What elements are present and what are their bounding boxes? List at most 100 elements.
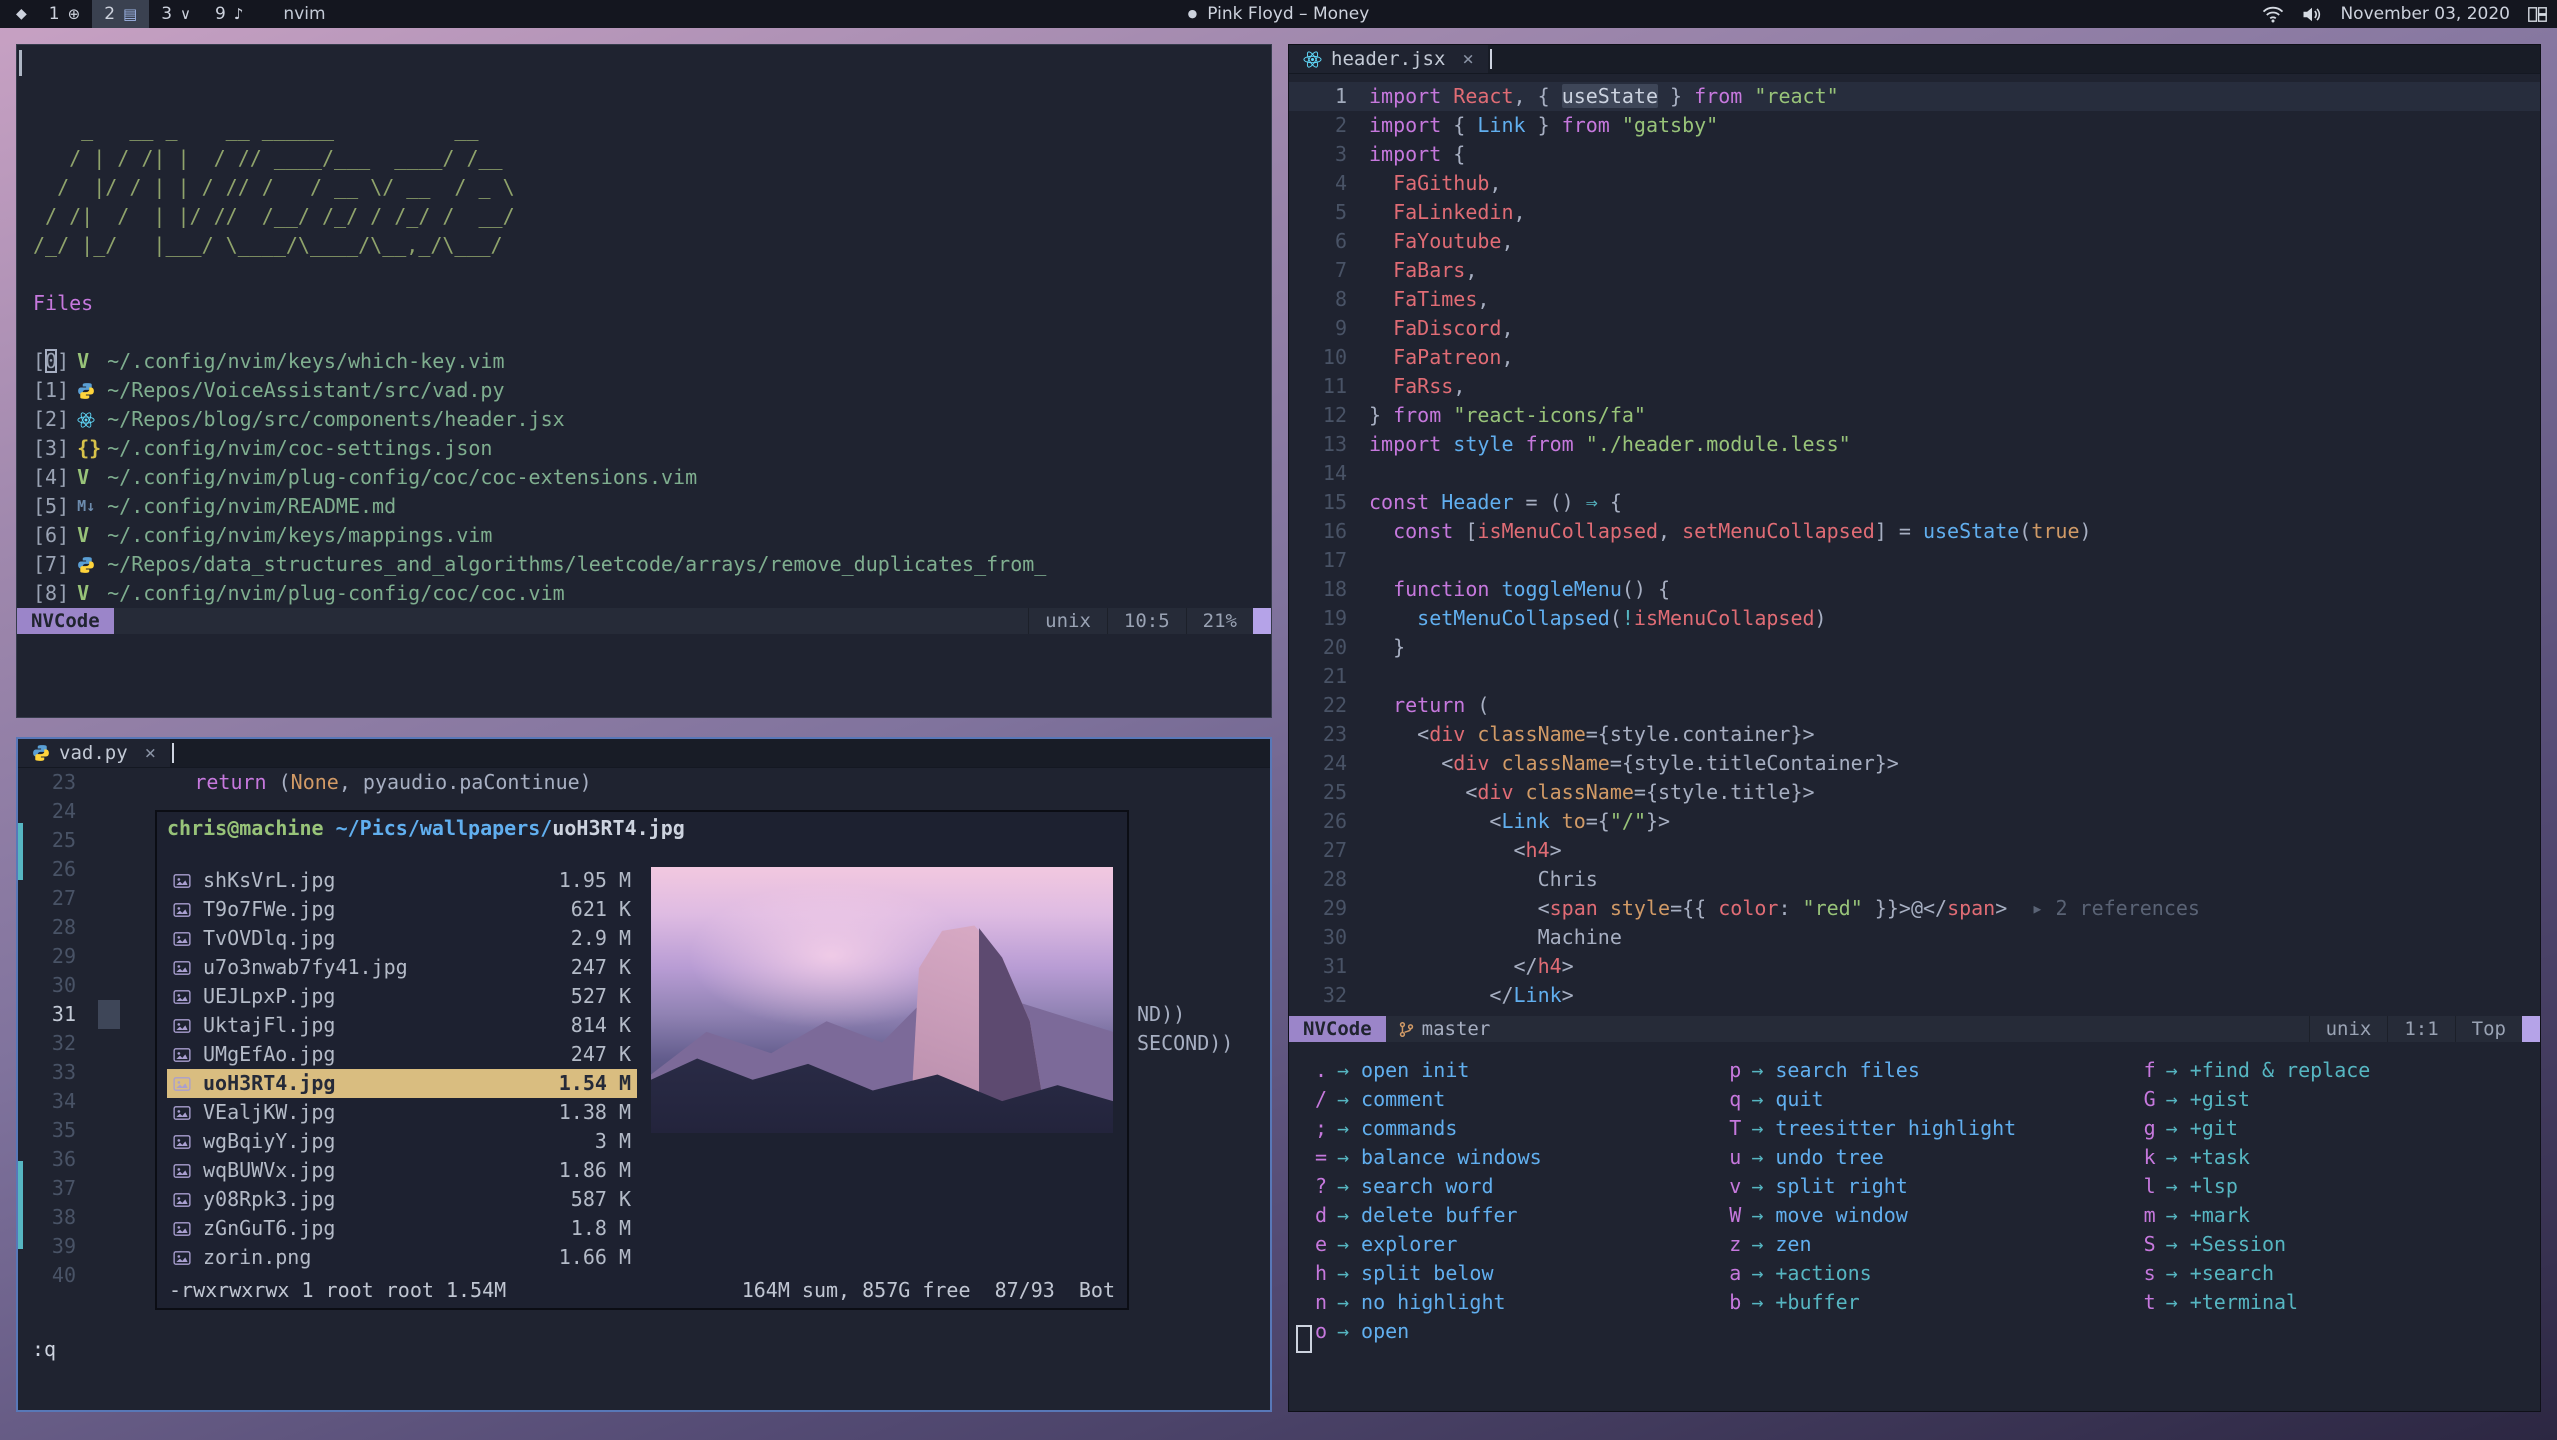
workspace-3[interactable]: 3∨	[149, 0, 203, 28]
line-number: 25	[1289, 778, 1369, 807]
which-key-binding[interactable]: l→+lsp	[2126, 1172, 2540, 1201]
code-text: import style from "./header.module.less"	[1369, 430, 1851, 459]
git-branch-icon	[1398, 1020, 1415, 1039]
code-text: FaLinkedin,	[1369, 198, 1526, 227]
start-screen[interactable]: _ __ _ __ ______ __ / | / /| | / // ____…	[17, 45, 1271, 608]
which-key-binding[interactable]: e→explorer	[1297, 1230, 1711, 1259]
file-path: ~/.config/nvim/plug-config/coc/coc-exten…	[107, 463, 697, 492]
close-icon[interactable]: ×	[145, 742, 156, 764]
recent-file-item[interactable]: [2]~/Repos/blog/src/components/header.js…	[33, 405, 1271, 434]
which-key-binding[interactable]: p→search files	[1711, 1056, 2125, 1085]
which-key-binding[interactable]: ;→commands	[1297, 1114, 1711, 1143]
which-key-binding[interactable]: q→quit	[1711, 1085, 2125, 1114]
which-key-binding[interactable]: f→+find & replace	[2126, 1056, 2540, 1085]
topbar-left: ◆ 1⊕2▤3∨9♪ nvim	[0, 0, 326, 28]
line-number: 16	[1289, 517, 1369, 546]
lf-file-row[interactable]: zorin.png1.66 M	[167, 1243, 637, 1272]
statusline-right: unix 10:5 21%	[1028, 608, 1271, 634]
workspace-1[interactable]: 1⊕	[37, 0, 92, 28]
which-key-binding[interactable]: k→+task	[2126, 1143, 2540, 1172]
binding-label: no highlight	[1361, 1288, 1506, 1317]
which-key-binding[interactable]: =→balance windows	[1297, 1143, 1711, 1172]
lf-file-row[interactable]: zGnGuT6.jpg1.8 M	[167, 1214, 637, 1243]
lf-current-file: uoH3RT4.jpg	[552, 816, 684, 840]
binding-key: v	[1711, 1172, 1741, 1201]
which-key-binding[interactable]: .→open init	[1297, 1056, 1711, 1085]
binding-key: a	[1711, 1259, 1741, 1288]
lf-file-row[interactable]: wqBUWVx.jpg1.86 M	[167, 1156, 637, 1185]
line-number: 15	[1289, 488, 1369, 517]
file-path: ~/.config/nvim/README.md	[107, 492, 396, 521]
which-key-binding[interactable]: b→+buffer	[1711, 1288, 2125, 1317]
recent-file-item[interactable]: [0]V~/.config/nvim/keys/which-key.vim	[33, 347, 1271, 376]
recent-file-item[interactable]: [1]~/Repos/VoiceAssistant/src/vad.py	[33, 376, 1271, 405]
which-key-binding[interactable]: o→open	[1297, 1317, 1711, 1346]
line-number: 21	[1289, 662, 1369, 691]
lf-file-row[interactable]: u7o3nwab7fy41.jpg247 K	[167, 953, 637, 982]
which-key-binding[interactable]: u→undo tree	[1711, 1143, 2125, 1172]
recent-file-item[interactable]: [4]V~/.config/nvim/plug-config/coc/coc-e…	[33, 463, 1271, 492]
which-key-binding[interactable]: T→treesitter highlight	[1711, 1114, 2125, 1143]
lf-file-row[interactable]: wgBqiyY.jpg3 M	[167, 1127, 637, 1156]
file-size: 1.95 M	[559, 866, 631, 895]
layout-icon[interactable]	[2528, 7, 2547, 22]
lf-file-row[interactable]: UEJLpxP.jpg527 K	[167, 982, 637, 1011]
which-key-binding[interactable]: s→+search	[2126, 1259, 2540, 1288]
binding-label: +actions	[1775, 1259, 1871, 1288]
lf-file-row-selected[interactable]: uoH3RT4.jpg1.54 M	[167, 1069, 637, 1098]
code-line: 20 }	[1289, 633, 2540, 662]
line-number: 36	[18, 1145, 98, 1174]
workspace-9[interactable]: 9♪	[203, 0, 255, 28]
which-key-binding[interactable]: g→+git	[2126, 1114, 2540, 1143]
which-key-binding[interactable]: m→+mark	[2126, 1201, 2540, 1230]
volume-icon[interactable]	[2302, 6, 2322, 23]
which-key-binding[interactable]: v→split right	[1711, 1172, 2125, 1201]
lf-file-row[interactable]: y08Rpk3.jpg587 K	[167, 1185, 637, 1214]
lf-file-row[interactable]: shKsVrL.jpg1.95 M	[167, 866, 637, 895]
recent-file-item[interactable]: [8]V~/.config/nvim/plug-config/coc/coc.v…	[33, 579, 1271, 608]
code-text: FaDiscord,	[1369, 314, 1514, 343]
sign-column-mark	[18, 823, 23, 880]
binding-label: search word	[1361, 1172, 1493, 1201]
binding-key: e	[1297, 1230, 1327, 1259]
tab-header-jsx[interactable]: header.jsx ×	[1289, 45, 1488, 73]
which-key-binding[interactable]: ?→search word	[1297, 1172, 1711, 1201]
recent-file-item[interactable]: [3]{}~/.config/nvim/coc-settings.json	[33, 434, 1271, 463]
line-number: 20	[1289, 633, 1369, 662]
lf-file-row[interactable]: T9o7FWe.jpg621 K	[167, 895, 637, 924]
which-key-binding[interactable]: a→+actions	[1711, 1259, 2125, 1288]
recent-file-item[interactable]: [6]V~/.config/nvim/keys/mappings.vim	[33, 521, 1271, 550]
file-name: u7o3nwab7fy41.jpg	[203, 953, 571, 982]
launcher-icon[interactable]: ◆	[6, 6, 37, 22]
arrow-icon: →	[2166, 1172, 2178, 1201]
lf-file-row[interactable]: VEaljKW.jpg1.38 M	[167, 1098, 637, 1127]
binding-label: commands	[1361, 1114, 1457, 1143]
lf-file-row[interactable]: UMgEfAo.jpg247 K	[167, 1040, 637, 1069]
command-line[interactable]: :q	[32, 1337, 56, 1361]
recent-file-item[interactable]: [5]M↓~/.config/nvim/README.md	[33, 492, 1271, 521]
tab-vad-py[interactable]: vad.py ×	[18, 739, 170, 767]
which-key-binding[interactable]: /→comment	[1297, 1085, 1711, 1114]
tab-separator	[172, 743, 174, 763]
code-text: <div className={style.titleContainer}>	[1369, 749, 1899, 778]
which-key-binding[interactable]: S→+Session	[2126, 1230, 2540, 1259]
workspace-2[interactable]: 2▤	[92, 0, 149, 28]
file-name: UMgEfAo.jpg	[203, 1040, 571, 1069]
lf-file-row[interactable]: UktajFl.jpg814 K	[167, 1011, 637, 1040]
image-icon	[173, 872, 203, 890]
which-key-binding[interactable]: G→+gist	[2126, 1085, 2540, 1114]
which-key-binding[interactable]: W→move window	[1711, 1201, 2125, 1230]
recent-file-item[interactable]: [7]~/Repos/data_structures_and_algorithm…	[33, 550, 1271, 579]
which-key-binding[interactable]: d→delete buffer	[1297, 1201, 1711, 1230]
lf-file-row[interactable]: TvOVDlq.jpg2.9 M	[167, 924, 637, 953]
which-key-binding[interactable]: n→no highlight	[1297, 1288, 1711, 1317]
wifi-icon[interactable]	[2262, 6, 2284, 23]
which-key-binding[interactable]: t→+terminal	[2126, 1288, 2540, 1317]
file-name: VEaljKW.jpg	[203, 1098, 559, 1127]
which-key-binding[interactable]: h→split below	[1297, 1259, 1711, 1288]
close-icon[interactable]: ×	[1462, 48, 1473, 70]
header-code-area[interactable]: 1import React, { useState } from "react"…	[1289, 74, 2540, 1010]
which-key-binding[interactable]: z→zen	[1711, 1230, 2125, 1259]
image-icon	[173, 1191, 203, 1209]
file-index: [3]	[33, 434, 69, 463]
